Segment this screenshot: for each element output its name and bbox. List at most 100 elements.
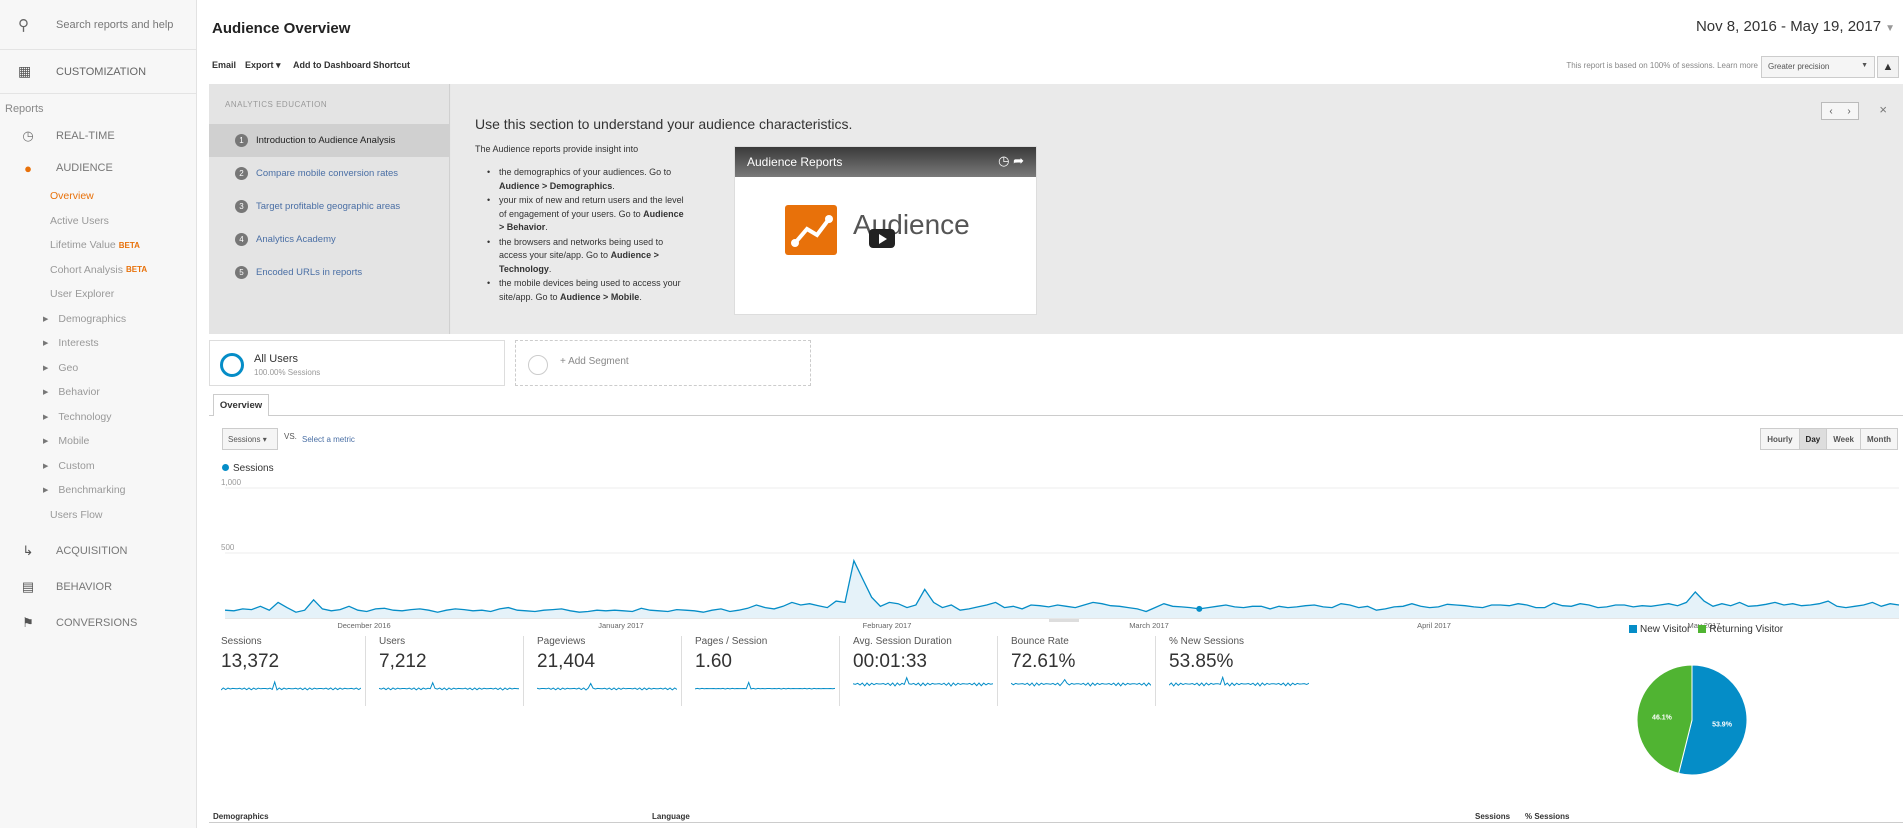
sidebar-search[interactable]: ⚲ Search reports and help [0,0,196,50]
sidebar-subitem[interactable]: ▶ Mobile [0,429,196,454]
audience-submenu: Overview Active Users Lifetime Value BETA Co… [0,184,196,527]
metric-value: 53.85% [1169,651,1234,672]
video-player[interactable]: Audience Reports ◷ ➦ Audience [734,146,1037,315]
education-item[interactable]: 2 Compare mobile conversion rates [209,157,449,190]
next-icon[interactable]: › [1847,106,1850,117]
sidebar-subitem[interactable]: ▶ Benchmarking [0,478,196,503]
sidebar-subitem-label: Technology [58,410,112,423]
date-range-picker[interactable]: Nov 8, 2016 - May 19, 2017 ▼ [1696,18,1895,35]
granularity-day-button[interactable]: Day [1798,428,1828,450]
metric-sparkline [1169,676,1309,687]
pct-sessions-column-header: % Sessions [1525,812,1570,821]
title-bar: Audience Overview Nov 8, 2016 - May 19, … [209,14,1903,44]
sidebar-subitem-label: Overview [50,190,94,203]
sidebar-subitem-label: Lifetime Value [50,239,116,252]
precision-label: Greater precision [1768,62,1830,71]
pie-legend: New Visitor Returning Visitor [1629,624,1791,635]
sidebar-item-conversions[interactable]: ⚑ CONVERSIONS [0,605,196,641]
sidebar-subitem[interactable]: Active Users [0,209,196,234]
education-bullet: your mix of new and return users and the… [487,194,687,235]
segment-all-users[interactable]: All Users 100.00% Sessions [209,340,505,386]
analytics-app: ⚲ Search reports and help ▦ CUSTOMIZATIO… [0,0,1903,828]
sidebar-subitem[interactable]: Overview [0,184,196,209]
play-icon[interactable] [869,229,895,248]
email-button[interactable]: Email [212,60,236,70]
education-pager[interactable]: ‹ › [1821,102,1859,120]
watch-later-share-icons[interactable]: ◷ ➦ [998,153,1024,169]
education-item[interactable]: 3 Target profitable geographic areas [209,190,449,223]
select-metric-link[interactable]: Select a metric [302,435,355,444]
education-panel: ANALYTICS EDUCATION 1 Introduction to Aud… [209,84,1903,334]
sidebar-item-realtime[interactable]: ◷ REAL-TIME [0,120,196,152]
data-point-marker[interactable] [1196,605,1203,612]
metric-value: 7,212 [379,651,427,672]
education-item[interactable]: 4 Analytics Academy [209,223,449,256]
education-bullet: the mobile devices being used to access … [487,277,687,304]
vs-label: VS. [284,432,297,441]
export-button[interactable]: Export ▾ [245,60,281,71]
metric-select[interactable]: Sessions ▾ [222,428,278,450]
sidebar-subitem[interactable]: ▶ Custom [0,454,196,479]
sidebar-subitem[interactable]: Cohort Analysis BETA [0,258,196,283]
visitor-pie-chart[interactable]: 53.9% 46.1% [1637,645,1757,805]
learn-more-link[interactable]: Learn more [1717,61,1758,70]
sidebar-subitem-label: Benchmarking [58,484,126,497]
shortcut-button[interactable]: Shortcut [373,60,410,70]
sidebar-subitem[interactable]: Lifetime Value BETA [0,233,196,258]
add-segment-button[interactable]: + Add Segment [515,340,811,386]
sidebar-subitem[interactable]: User Explorer [0,282,196,307]
metric-label: Avg. Session Duration [853,636,952,647]
sidebar-item-customization[interactable]: ▦ CUSTOMIZATION [0,50,196,94]
sidebar-subitem[interactable]: ▶ Demographics [0,307,196,332]
tab-overview[interactable]: Overview [213,394,269,416]
beta-badge: BETA [118,240,140,250]
video-title: Audience Reports [747,155,843,169]
metric-card[interactable]: Users 7,212 [379,636,524,706]
education-item[interactable]: 5 Encoded URLs in reports [209,256,449,289]
metric-card[interactable]: Avg. Session Duration 00:01:33 [853,636,998,706]
pie-legend-item[interactable]: Returning Visitor [1698,624,1783,635]
metric-card[interactable]: Pageviews 21,404 [537,636,682,706]
expand-arrow-icon: ▶ [43,438,49,446]
acquisition-label: ACQUISITION [56,545,128,557]
metric-card[interactable]: Pages / Session 1.60 [695,636,840,706]
sidebar-item-audience[interactable]: ● AUDIENCE [0,152,196,184]
sidebar-item-behavior[interactable]: ▤ BEHAVIOR [0,569,196,605]
granularity-hourly-button[interactable]: Hourly [1760,428,1800,450]
clock-icon: ◷ [22,128,34,143]
precision-select[interactable]: Greater precision ▼ [1761,56,1875,78]
bullet-end: . [639,291,642,302]
education-toggle-button[interactable]: ▲ [1877,56,1899,78]
sessions-area [225,560,1899,618]
metric-card[interactable]: % New Sessions 53.85% [1169,636,1314,706]
add-to-dashboard-button[interactable]: Add to Dashboard [293,60,371,70]
sampling-note-text: This report is based on 100% of sessions… [1566,61,1715,70]
sidebar-subitem-label: Active Users [50,214,109,227]
sidebar-subitem[interactable]: Users Flow [0,503,196,528]
page-title: Audience Overview [212,20,351,37]
expand-arrow-icon: ▶ [43,487,49,495]
metric-card[interactable]: Sessions 13,372 [221,636,366,706]
granularity-month-button[interactable]: Month [1860,428,1898,450]
pie-legend-item[interactable]: New Visitor [1629,624,1690,635]
window-icon: ▤ [21,579,35,594]
expand-arrow-icon: ▶ [43,462,49,470]
prev-icon[interactable]: ‹ [1829,106,1832,117]
sidebar-item-acquisition[interactable]: ↳ ACQUISITION [0,533,196,569]
close-icon[interactable]: × [1879,102,1887,117]
chart-scroll-handle[interactable] [1049,619,1079,622]
sparkline-line [221,680,361,691]
granularity-week-button[interactable]: Week [1826,428,1861,450]
metric-label: Pages / Session [695,636,768,647]
metric-card[interactable]: Bounce Rate 72.61% [1011,636,1156,706]
sessions-chart[interactable]: 1,000 500 December 2016 January 2017 Februar… [219,474,1903,636]
customization-label: CUSTOMIZATION [56,65,147,78]
x-tick-label: January 2017 [598,621,643,630]
sidebar-subitem[interactable]: ▶ Behavior [0,380,196,405]
sidebar-subitem[interactable]: ▶ Geo [0,356,196,381]
sidebar-subitem[interactable]: ▶ Technology [0,405,196,430]
education-item[interactable]: 1 Introduction to Audience Analysis [209,124,449,157]
sidebar-subitem[interactable]: ▶ Interests [0,331,196,356]
search-label: Search reports and help [56,18,174,31]
metric-value: 00:01:33 [853,651,927,672]
